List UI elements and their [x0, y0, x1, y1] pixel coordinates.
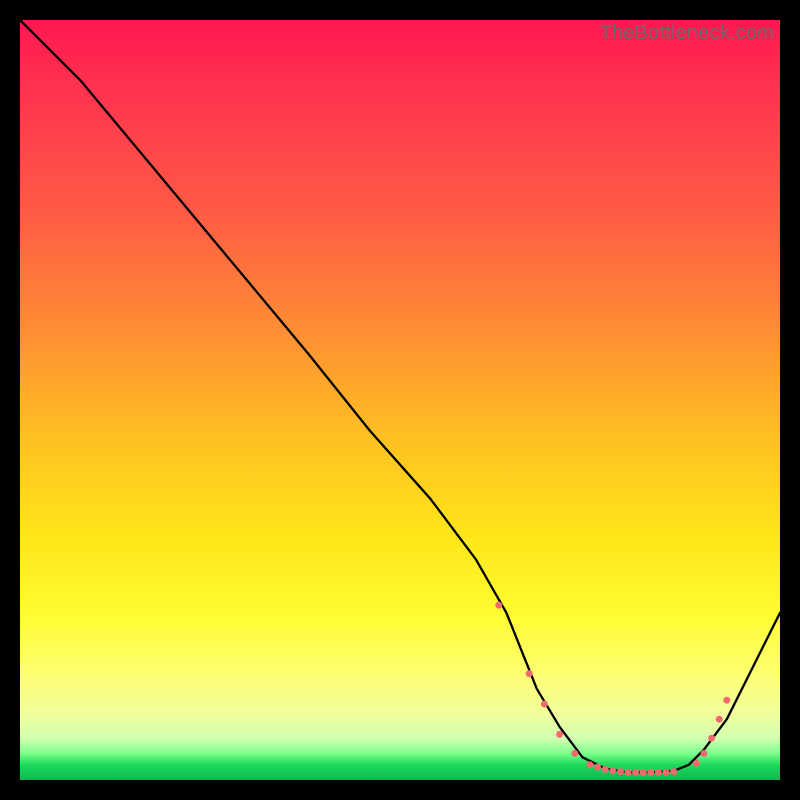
marker-point: [655, 769, 662, 776]
marker-point: [625, 769, 632, 776]
marker-point: [632, 769, 639, 776]
marker-point: [609, 767, 616, 774]
highlight-markers: [495, 602, 730, 776]
marker-point: [723, 697, 730, 704]
marker-point: [526, 670, 533, 677]
marker-point: [587, 761, 594, 768]
marker-point: [708, 735, 715, 742]
marker-point: [663, 769, 670, 776]
marker-point: [495, 602, 502, 609]
plot-area: TheBottleneck.com: [20, 20, 780, 780]
chart-frame: TheBottleneck.com: [0, 0, 800, 800]
marker-point: [640, 769, 647, 776]
marker-point: [602, 766, 609, 773]
marker-point: [541, 701, 548, 708]
bottleneck-curve-line: [20, 20, 780, 772]
marker-point: [716, 716, 723, 723]
chart-svg: [20, 20, 780, 780]
marker-point: [617, 768, 624, 775]
marker-point: [556, 731, 563, 738]
marker-point: [647, 769, 654, 776]
marker-point: [670, 768, 677, 775]
marker-point: [571, 750, 578, 757]
marker-point: [594, 764, 601, 771]
marker-point: [693, 760, 700, 767]
marker-point: [701, 750, 708, 757]
